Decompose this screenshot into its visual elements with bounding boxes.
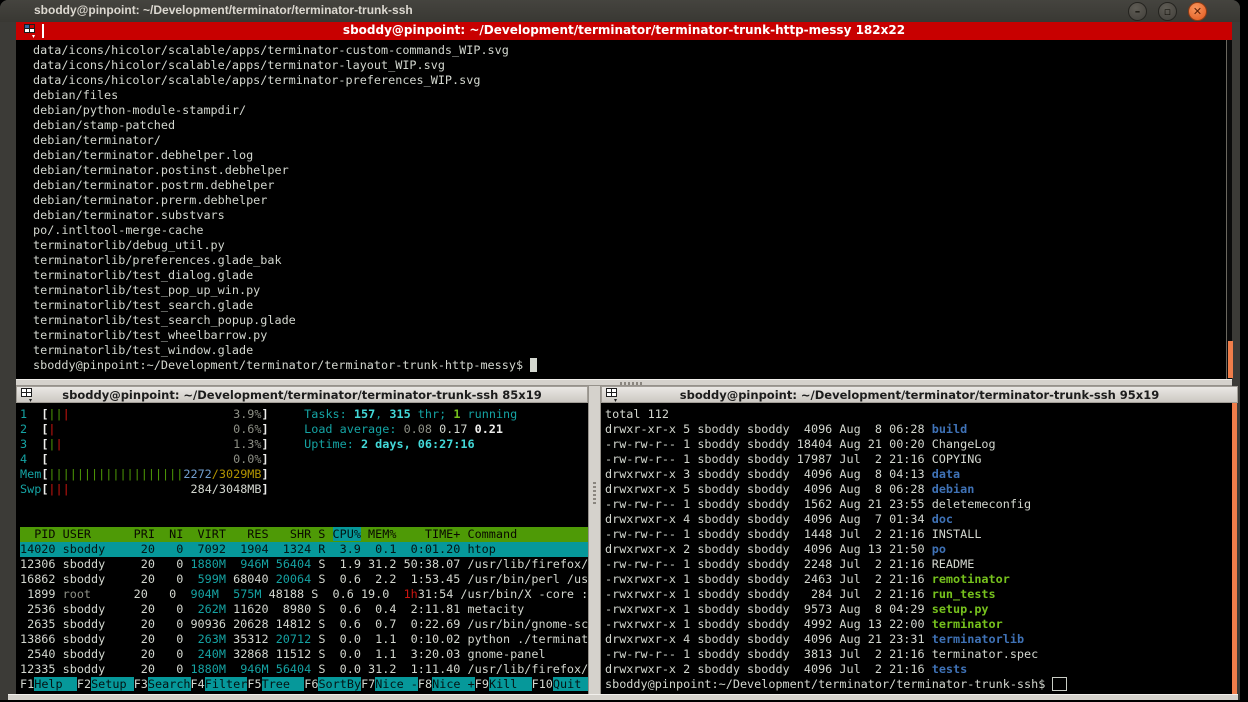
terminal-line: drwxrwxr-x 5 sboddy sboddy 4096 Aug 8 06…	[605, 482, 1231, 497]
terminal-line: terminatorlib/test_search.glade	[33, 298, 1226, 313]
terminal-line: debian/terminator/	[33, 133, 1226, 148]
terminal-line: Mem[|||||||||||||||||||2272/3029MB]	[20, 467, 588, 482]
terminal-line: -rw-rw-r-- 1 sboddy sboddy 1562 Aug 21 2…	[605, 497, 1231, 512]
terminal-line: -rwxrwxr-x 1 sboddy sboddy 2463 Jul 2 21…	[605, 572, 1231, 587]
scrollbar-thumb[interactable]	[1228, 341, 1233, 378]
terminal-line: 2635 sboddy 20 0 90936 20628 14812 S 0.6…	[20, 617, 588, 632]
terminal-line: total 112	[605, 407, 1231, 422]
terminal-line: drwxrwxr-x 2 sboddy sboddy 4096 Aug 13 2…	[605, 542, 1231, 557]
top-terminal-scrollbar[interactable]	[1226, 40, 1232, 379]
terminal-line: 4 [ 0.0%]	[20, 452, 588, 467]
window-title: sboddy@pinpoint: ~/Development/terminato…	[34, 3, 413, 17]
terminal-line: data/icons/hicolor/scalable/apps/termina…	[33, 43, 1226, 58]
window-content: ▾ sboddy@pinpoint: ~/Development/termina…	[16, 22, 1232, 694]
terminal-line: 14020 sboddy 20 0 7092 1904 1324 R 3.9 0…	[20, 542, 588, 557]
terminal-line	[20, 497, 588, 512]
terminal-line: terminatorlib/test_pop_up_win.py	[33, 283, 1226, 298]
bottom-left-pane-title: sboddy@pinpoint: ~/Development/terminato…	[62, 388, 541, 402]
window-titlebar[interactable]: sboddy@pinpoint: ~/Development/terminato…	[0, 0, 1240, 22]
terminal-line	[20, 512, 588, 527]
terminal-line: -rw-rw-r-- 1 sboddy sboddy 18404 Aug 21 …	[605, 437, 1231, 452]
terminal-line: 3 [|| 1.3%] Uptime: 2 days, 06:27:16	[20, 437, 588, 452]
terminal-line: terminatorlib/test_dialog.glade	[33, 268, 1226, 283]
bottom-right-pane-title: sboddy@pinpoint: ~/Development/terminato…	[680, 388, 1159, 402]
terminal-line: 2536 sboddy 20 0 262M 11620 8980 S 0.6 0…	[20, 602, 588, 617]
top-terminal[interactable]: data/icons/hicolor/scalable/apps/termina…	[16, 40, 1226, 379]
group-icon[interactable]: ▾	[606, 388, 622, 402]
terminal-line: 2 [| 0.6%] Load average: 0.08 0.17 0.21	[20, 422, 588, 437]
terminal-line: 12335 sboddy 20 0 1880M 946M 56404 S 0.0…	[20, 662, 588, 677]
terminal-line: drwxrwxr-x 4 sboddy sboddy 4096 Aug 7 01…	[605, 512, 1231, 527]
bottom-left-pane-titlebar[interactable]: ▾ sboddy@pinpoint: ~/Development/termina…	[16, 386, 588, 403]
terminal-line: -rw-rw-r-- 1 sboddy sboddy 1448 Jul 2 21…	[605, 527, 1231, 542]
terminal-line: 2540 sboddy 20 0 240M 32868 11512 S 0.0 …	[20, 647, 588, 662]
terminal-line: -rw-rw-r-- 1 sboddy sboddy 17987 Jul 2 2…	[605, 452, 1231, 467]
horizontal-splitter[interactable]	[16, 379, 1232, 386]
terminal-line: 16862 sboddy 20 0 599M 68040 20064 S 0.6…	[20, 572, 588, 587]
terminal-line: -rw-rw-r-- 1 sboddy sboddy 3813 Jul 2 21…	[605, 647, 1231, 662]
bottom-right-pane-titlebar[interactable]: ▾ sboddy@pinpoint: ~/Development/termina…	[601, 386, 1238, 403]
maximize-button[interactable]: ▫	[1158, 2, 1177, 21]
top-pane-titlebar[interactable]: ▾ sboddy@pinpoint: ~/Development/termina…	[16, 22, 1232, 40]
terminal-line: terminatorlib/test_window.glade	[33, 343, 1226, 358]
terminator-window: sboddy@pinpoint: ~/Development/terminato…	[0, 0, 1240, 700]
terminal-line: F1Help F2Setup F3SearchF4FilterF5Tree F6…	[20, 677, 588, 692]
terminal-line: sboddy@pinpoint:~/Development/terminator…	[605, 677, 1231, 692]
terminal-line: debian/terminator.substvars	[33, 208, 1226, 223]
terminal-line: drwxrwxr-x 2 sboddy sboddy 4096 Jul 2 21…	[605, 662, 1231, 677]
splitter-grip	[593, 482, 596, 504]
terminal-line: po/.intltool-merge-cache	[33, 223, 1226, 238]
terminal-line: terminatorlib/test_wheelbarrow.py	[33, 328, 1226, 343]
terminal-line: data/icons/hicolor/scalable/apps/termina…	[33, 58, 1226, 73]
terminal-line: 12306 sboddy 20 0 1880M 946M 56404 S 1.9…	[20, 557, 588, 572]
terminal-line: debian/terminator.prerm.debhelper	[33, 193, 1226, 208]
terminal-line: Swp[||| 284/3048MB]	[20, 482, 588, 497]
terminal-line: debian/files	[33, 88, 1226, 103]
htop-terminal[interactable]: 1 [||| 3.9%] Tasks: 157, 315 thr; 1 runn…	[16, 403, 588, 694]
splitter-grip	[620, 382, 642, 385]
terminal-line: data/icons/hicolor/scalable/apps/termina…	[33, 73, 1226, 88]
group-icon[interactable]: ▾	[21, 388, 37, 402]
terminal-line: PID USER PRI NI VIRT RES SHR S CPU% MEM%…	[20, 527, 588, 542]
terminal-line: sboddy@pinpoint:~/Development/terminator…	[33, 358, 1226, 373]
right-terminal-scrollbar[interactable]	[1231, 403, 1237, 694]
terminal-line: debian/terminator.postinst.debhelper	[33, 163, 1226, 178]
scrollbar-thumb[interactable]	[1232, 403, 1237, 694]
terminal-line: -rw-rw-r-- 1 sboddy sboddy 2248 Jul 2 21…	[605, 557, 1231, 572]
ls-terminal[interactable]: total 112drwxr-xr-x 5 sboddy sboddy 4096…	[601, 403, 1231, 694]
window-bottom-edge	[8, 694, 1238, 700]
vertical-splitter[interactable]	[588, 386, 601, 694]
terminal-line: -rwxrwxr-x 1 sboddy sboddy 4992 Aug 13 2…	[605, 617, 1231, 632]
terminal-line: debian/python-module-stampdir/	[33, 103, 1226, 118]
terminal-line: drwxr-xr-x 5 sboddy sboddy 4096 Aug 8 06…	[605, 422, 1231, 437]
terminal-line: 1899 root 20 0 904M 575M 48188 S 0.6 19.…	[20, 587, 588, 602]
terminal-line: terminatorlib/preferences.glade_bak	[33, 253, 1226, 268]
terminal-line: -rwxrwxr-x 1 sboddy sboddy 9573 Aug 8 04…	[605, 602, 1231, 617]
terminal-line: -rwxrwxr-x 1 sboddy sboddy 284 Jul 2 21:…	[605, 587, 1231, 602]
terminal-line: debian/terminator.debhelper.log	[33, 148, 1226, 163]
minimize-button[interactable]: –	[1128, 2, 1147, 21]
terminal-line: debian/terminator.postrm.debhelper	[33, 178, 1226, 193]
terminal-line: 13866 sboddy 20 0 263M 35312 20712 S 0.0…	[20, 632, 588, 647]
terminal-line: 1 [||| 3.9%] Tasks: 157, 315 thr; 1 runn…	[20, 407, 588, 422]
terminal-line: debian/stamp-patched	[33, 118, 1226, 133]
terminal-line: terminatorlib/test_search_popup.glade	[33, 313, 1226, 328]
top-pane-title: sboddy@pinpoint: ~/Development/terminato…	[16, 23, 1232, 37]
terminal-line: drwxrwxr-x 4 sboddy sboddy 4096 Aug 21 2…	[605, 632, 1231, 647]
terminal-line: terminatorlib/debug_util.py	[33, 238, 1226, 253]
terminal-line: drwxrwxr-x 3 sboddy sboddy 4096 Aug 8 04…	[605, 467, 1231, 482]
close-button[interactable]: ✕	[1188, 2, 1207, 21]
